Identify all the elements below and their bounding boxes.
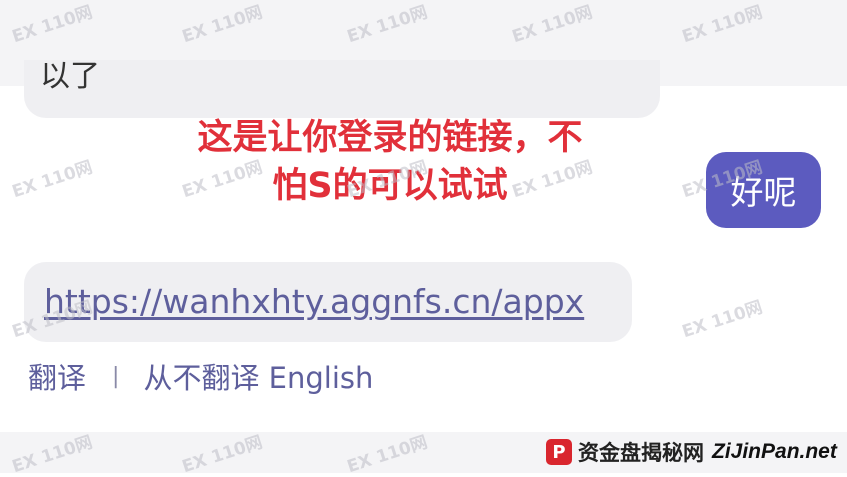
- watermark-logo: EX 110网: [9, 157, 95, 203]
- previous-message-text: 以了: [40, 59, 100, 94]
- translate-bar: 翻译 | 从不翻译 English: [28, 354, 373, 398]
- translate-separator: |: [112, 363, 120, 389]
- brand-p-icon: P: [546, 439, 572, 465]
- never-translate-english-button[interactable]: 从不翻译 English: [143, 355, 373, 397]
- phishing-link[interactable]: https://wanhxhty.aggnfs.cn/appx: [44, 278, 584, 326]
- site-brand-logo: P 资金盘揭秘网 ZiJinPan.net: [546, 437, 837, 467]
- watermark-logo: EX 110网: [679, 297, 765, 343]
- brand-name-english: ZiJinPan.net: [712, 440, 837, 463]
- brand-name-chinese: 资金盘揭秘网: [578, 441, 704, 465]
- annotation-line-1: 这是让你登录的链接，不: [197, 118, 583, 158]
- translate-button[interactable]: 翻译: [28, 355, 86, 397]
- previous-message-bubble: [24, 60, 660, 118]
